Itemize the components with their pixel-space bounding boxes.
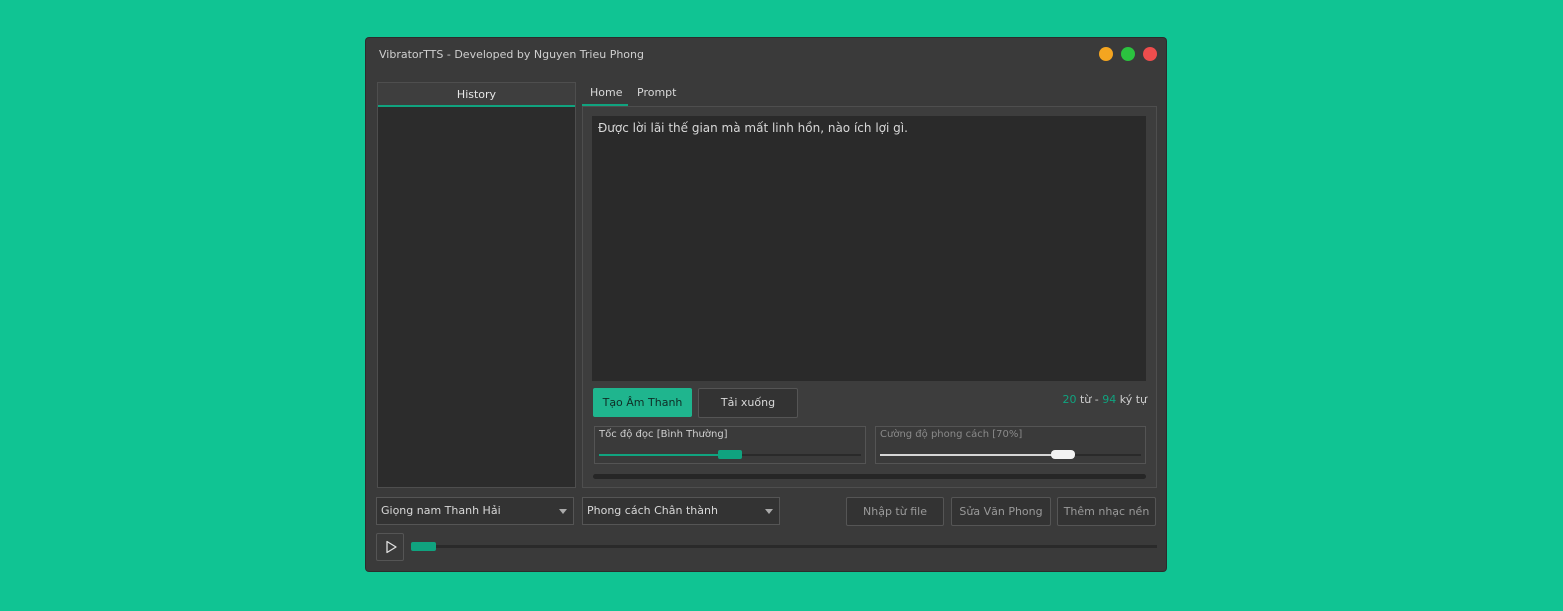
- maximize-button[interactable]: [1121, 47, 1135, 61]
- chevron-down-icon: [559, 509, 567, 514]
- style-strength-label: Cường độ phong cách [70%]: [880, 429, 1023, 440]
- speed-slider-handle[interactable]: [718, 450, 742, 459]
- speed-group: Tốc độ đọc [Bình Thường]: [594, 426, 866, 464]
- style-strength-slider-handle[interactable]: [1051, 450, 1075, 459]
- generation-progress-bar: [593, 474, 1146, 479]
- chevron-down-icon: [765, 509, 773, 514]
- seek-handle[interactable]: [411, 542, 436, 551]
- tab-prompt[interactable]: Prompt: [629, 82, 684, 104]
- style-select-value: Phong cách Chân thành: [587, 504, 718, 517]
- play-icon: [386, 540, 397, 554]
- close-button[interactable]: [1143, 47, 1157, 61]
- import-file-button[interactable]: Nhập từ file: [846, 497, 944, 526]
- edit-style-button[interactable]: Sửa Văn Phong: [951, 497, 1051, 526]
- style-strength-slider-fill: [880, 454, 1063, 456]
- char-unit: ký tự: [1116, 393, 1147, 406]
- speed-slider-fill: [599, 454, 730, 456]
- text-input[interactable]: Được lời lãi thế gian mà mất linh hồn, n…: [592, 116, 1146, 381]
- play-button[interactable]: [376, 533, 404, 561]
- minimize-button[interactable]: [1099, 47, 1113, 61]
- speed-slider[interactable]: [599, 450, 861, 459]
- speed-label: Tốc độ đọc [Bình Thường]: [599, 429, 728, 440]
- history-panel: History: [377, 82, 576, 488]
- voice-select-value: Giọng nam Thanh Hải: [381, 504, 501, 517]
- app-window: VibratorTTS - Developed by Nguyen Trieu …: [366, 38, 1166, 571]
- word-unit: từ -: [1076, 393, 1103, 406]
- generate-audio-button[interactable]: Tạo Âm Thanh: [593, 388, 692, 417]
- download-button[interactable]: Tải xuống: [698, 388, 798, 418]
- playback-seek-bar[interactable]: [411, 542, 1157, 551]
- style-strength-slider[interactable]: [880, 450, 1141, 459]
- window-title: VibratorTTS - Developed by Nguyen Trieu …: [379, 48, 644, 61]
- char-count: 94: [1102, 393, 1117, 406]
- voice-select[interactable]: Giọng nam Thanh Hải: [376, 497, 574, 525]
- add-music-button[interactable]: Thêm nhạc nền: [1057, 497, 1156, 526]
- history-header: History: [378, 83, 575, 107]
- word-count: 20: [1062, 393, 1077, 406]
- style-strength-group: Cường độ phong cách [70%]: [875, 426, 1146, 464]
- style-select[interactable]: Phong cách Chân thành: [582, 497, 780, 525]
- home-panel: Được lời lãi thế gian mà mất linh hồn, n…: [582, 106, 1157, 488]
- word-char-counter: 20 từ - 94 ký tự: [1062, 393, 1147, 406]
- tab-home[interactable]: Home: [582, 82, 628, 106]
